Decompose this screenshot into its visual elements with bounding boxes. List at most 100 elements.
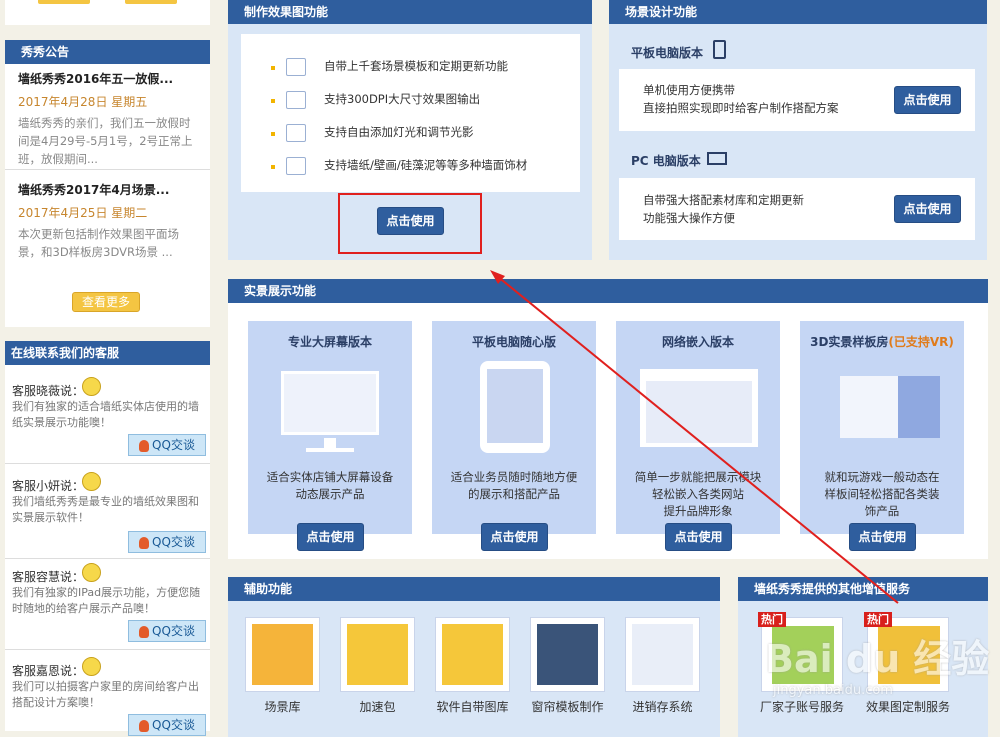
hot-badge: 热门 bbox=[864, 612, 892, 627]
service-card-image bbox=[772, 626, 834, 684]
announcement-date: 2017年4月28日 星期五 bbox=[18, 95, 148, 109]
aux-header: 辅助功能 bbox=[228, 577, 720, 601]
stub-button[interactable] bbox=[38, 0, 90, 4]
service-message: 我们可以拍摄客户家里的房间给客户出搭配设计方案噢！ bbox=[12, 680, 199, 709]
announcement-title[interactable]: 墙纸秀秀2016年五一放假... bbox=[18, 70, 198, 87]
pc-version-label: PC 电脑版本 bbox=[631, 154, 701, 168]
divider bbox=[5, 649, 210, 650]
contact-header: 在线联系我们的客服 bbox=[5, 341, 210, 365]
divider bbox=[5, 463, 210, 464]
card-title: 平板电脑随心版 bbox=[432, 333, 596, 350]
announcement-header: 秀秀公告 bbox=[5, 40, 210, 64]
card-desc-line: 简单一步就能把展示模块 bbox=[634, 470, 762, 484]
card-desc-line: 适合业务员随时随地方便 bbox=[450, 470, 578, 484]
stub-button[interactable] bbox=[125, 0, 177, 4]
qq-chat-button[interactable]: QQ交谈 bbox=[128, 620, 206, 642]
scene-header: 场景设计功能 bbox=[609, 0, 987, 24]
reality-card: 专业大屏幕版本 适合实体店铺大屏幕设备 动态展示产品 bbox=[248, 321, 412, 534]
announcement-date: 2017年4月25日 星期二 bbox=[18, 206, 148, 220]
aux-item-label: 软件自带图库 bbox=[436, 700, 509, 714]
hot-badge: 热门 bbox=[758, 612, 786, 627]
service-name: 客服晓薇说： bbox=[12, 384, 85, 398]
aux-item-label: 进销存系统 bbox=[632, 700, 693, 714]
announcement-title[interactable]: 墙纸秀秀2017年4月场景... bbox=[18, 181, 198, 198]
service-card-label: 效果图定制服务 bbox=[865, 700, 950, 714]
image-icon bbox=[286, 58, 306, 76]
reality-card: 3D实景样板房(已支持VR) 就和玩游戏一般动态在 样板间轻松搭配各类装 饰产品 bbox=[800, 321, 964, 534]
render-feature: 支持自由添加灯光和调节光影 bbox=[324, 125, 474, 139]
divider bbox=[5, 169, 210, 170]
pc-use-button[interactable]: 点击使用 bbox=[894, 195, 961, 223]
reality-use-button[interactable]: 点击使用 bbox=[849, 523, 916, 551]
aux-item[interactable] bbox=[530, 617, 605, 692]
smiley-icon bbox=[82, 563, 101, 582]
smiley-icon bbox=[82, 377, 101, 396]
reality-card: 平板电脑随心版 适合业务员随时随地方便 的展示和搭配产品 bbox=[432, 321, 596, 534]
inventory-icon bbox=[632, 624, 693, 685]
aux-item-label: 加速包 bbox=[359, 700, 396, 714]
aux-item[interactable] bbox=[435, 617, 510, 692]
service-message: 我们有独家的适合墙纸实体店使用的墙纸实景展示功能噢！ bbox=[12, 400, 199, 429]
service-card-label: 厂家子账号服务 bbox=[759, 700, 844, 714]
reality-card: 网络嵌入版本 简单一步就能把展示模块 轻松嵌入各类网站 提升品牌形象 bbox=[616, 321, 780, 534]
gallery-icon bbox=[442, 624, 503, 685]
bullet bbox=[271, 165, 275, 169]
service-name: 客服小妍说： bbox=[12, 479, 85, 493]
reality-use-button[interactable]: 点击使用 bbox=[481, 523, 548, 551]
scene-library-icon bbox=[252, 624, 313, 685]
render-header: 制作效果图功能 bbox=[228, 0, 592, 24]
service-item: 客服容慧说： 我们有独家的IPad展示功能，方便您随时随地的给客户展示产品噢！ … bbox=[5, 560, 210, 650]
pc-desc-2: 功能强大操作方便 bbox=[643, 211, 735, 225]
qq-chat-button[interactable]: QQ交谈 bbox=[128, 531, 206, 553]
card-desc-line: 提升品牌形象 bbox=[663, 504, 733, 518]
smiley-icon bbox=[82, 472, 101, 491]
aux-item[interactable] bbox=[245, 617, 320, 692]
card-title-text: 专业大屏幕版本 bbox=[287, 335, 372, 349]
card-desc-line: 的展示和搭配产品 bbox=[468, 487, 560, 501]
service-card[interactable] bbox=[761, 617, 843, 692]
curtain-icon bbox=[537, 624, 598, 685]
vr-badge: (已支持VR) bbox=[888, 335, 954, 349]
announcement-body: 本次更新包括制作效果图平面场景，和3D样板房3DVR场景 ... bbox=[18, 227, 179, 259]
qq-icon bbox=[139, 536, 150, 549]
card-desc: 就和玩游戏一般动态在 样板间轻松搭配各类装 饰产品 bbox=[800, 469, 964, 520]
announcement-item[interactable]: 墙纸秀秀2017年4月场景... 2017年4月25日 星期二 本次更新包括制作… bbox=[18, 181, 198, 261]
card-title-text: 平板电脑随心版 bbox=[471, 335, 556, 349]
aux-item[interactable] bbox=[340, 617, 415, 692]
qq-chat-button[interactable]: QQ交谈 bbox=[128, 434, 206, 456]
more-button[interactable]: 查看更多 bbox=[72, 292, 140, 312]
tablet-desc-1: 单机使用方便携带 bbox=[643, 83, 735, 97]
pc-desc-box: 自带强大搭配素材库和定期更新 功能强大操作方便 点击使用 bbox=[619, 178, 975, 240]
aux-item[interactable] bbox=[625, 617, 700, 692]
qq-chat-button[interactable]: QQ交谈 bbox=[128, 714, 206, 736]
service-name: 客服容慧说： bbox=[12, 570, 85, 584]
bullet bbox=[271, 132, 275, 136]
card-title: 3D实景样板房(已支持VR) bbox=[800, 333, 964, 350]
wallpaper-icon bbox=[286, 157, 306, 175]
card-desc-line: 适合实体店铺大屏幕设备 bbox=[266, 470, 394, 484]
bullet bbox=[271, 99, 275, 103]
reality-use-button[interactable]: 点击使用 bbox=[297, 523, 364, 551]
render-feature: 自带上千套场景模板和定期更新功能 bbox=[324, 59, 508, 73]
tablet-desc-box: 单机使用方便携带 直接拍照实现即时给客户制作搭配方案 点击使用 bbox=[619, 69, 975, 131]
card-title-text: 3D实景样板房 bbox=[810, 335, 889, 349]
card-desc: 适合实体店铺大屏幕设备 动态展示产品 bbox=[248, 469, 412, 503]
card-desc-line: 就和玩游戏一般动态在 bbox=[824, 470, 940, 484]
card-title: 专业大屏幕版本 bbox=[248, 333, 412, 350]
scene-panel: 场景设计功能 平板电脑版本 单机使用方便携带 直接拍照实现即时给客户制作搭配方案… bbox=[609, 0, 987, 260]
qq-icon bbox=[139, 439, 150, 452]
reality-use-button[interactable]: 点击使用 bbox=[665, 523, 732, 551]
service-item: 客服小妍说： 我们墙纸秀秀是最专业的墙纸效果图和实景展示软件！ QQ交谈 bbox=[5, 469, 210, 559]
pc-monitor-icon bbox=[707, 152, 727, 165]
value-added-header: 墙纸秀秀提供的其他增值服务 bbox=[738, 577, 988, 601]
service-name: 客服嘉恩说： bbox=[12, 664, 85, 678]
bullet bbox=[271, 66, 275, 70]
announcement-item[interactable]: 墙纸秀秀2016年五一放假... 2017年4月28日 星期五 墙纸秀秀的亲们，… bbox=[18, 70, 198, 168]
tablet-use-button[interactable]: 点击使用 bbox=[894, 86, 961, 114]
qq-chat-label: QQ交谈 bbox=[152, 438, 195, 452]
card-desc: 简单一步就能把展示模块 轻松嵌入各类网站 提升品牌形象 bbox=[616, 469, 780, 520]
sidebar-top-stub bbox=[5, 0, 210, 25]
divider bbox=[5, 558, 210, 559]
service-card[interactable] bbox=[867, 617, 949, 692]
qq-chat-label: QQ交谈 bbox=[152, 624, 195, 638]
